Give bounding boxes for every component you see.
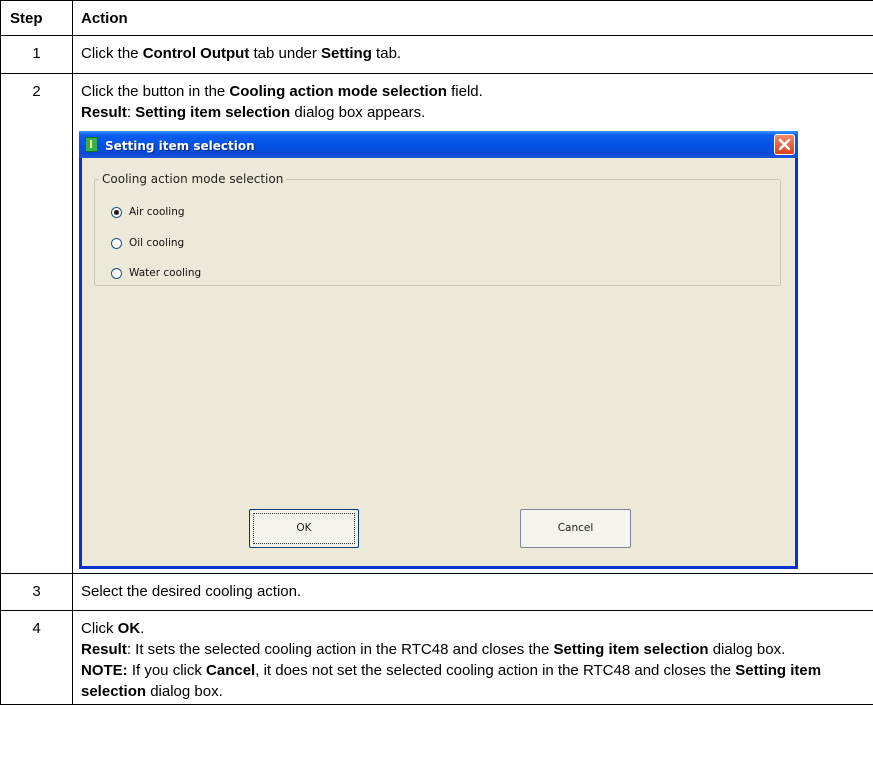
- header-action: Action: [72, 0, 873, 36]
- action-text: Click the Control Output tab under Setti…: [72, 35, 873, 74]
- action-text: Click the button in the Cooling action m…: [72, 73, 873, 574]
- dialog-title: Setting item selection: [105, 139, 255, 153]
- group-label: Cooling action mode selection: [102, 172, 284, 186]
- table-row: 1 Click the Control Output tab under Set…: [0, 35, 873, 74]
- table-header-row: Step Action: [0, 0, 873, 36]
- cancel-button[interactable]: Cancel: [520, 509, 631, 548]
- action-text: Select the desired cooling action.: [72, 573, 873, 611]
- close-button[interactable]: [774, 134, 795, 155]
- note-line: NOTE: If you click Cancel, it does not s…: [81, 662, 822, 700]
- dialog-titlebar[interactable]: Setting item selection: [79, 131, 798, 158]
- result-line: Result: It sets the selected cooling act…: [81, 641, 786, 658]
- header-step: Step: [0, 0, 73, 36]
- radio-air-cooling[interactable]: Air cooling: [111, 204, 185, 220]
- action-line: Click the button in the Cooling action m…: [81, 83, 483, 100]
- radio-label: Oil cooling: [129, 236, 185, 249]
- step-number: 1: [0, 35, 73, 74]
- step-number: 4: [0, 610, 73, 705]
- table-row: 4 Click OK. Result: It sets the selected…: [0, 610, 873, 705]
- step-number: 2: [0, 73, 73, 574]
- table-row: 3 Select the desired cooling action.: [0, 573, 873, 611]
- setting-item-selection-dialog: Setting item selection Cooling action mo…: [79, 131, 798, 569]
- radio-selected-icon[interactable]: [111, 206, 122, 218]
- app-icon: [85, 137, 98, 152]
- procedure-table: Step Action 1 Click the Control Output t…: [0, 0, 873, 705]
- radio-oil-cooling[interactable]: Oil cooling: [111, 235, 184, 251]
- radio-icon[interactable]: [111, 237, 122, 249]
- result-line: Result: Setting item selection dialog bo…: [81, 104, 426, 121]
- table-row: 2 Click the button in the Cooling action…: [0, 73, 873, 574]
- radio-icon[interactable]: [111, 267, 122, 279]
- step-number: 3: [0, 573, 73, 611]
- cooling-mode-group: Cooling action mode selection Air coolin…: [94, 169, 781, 286]
- ok-button[interactable]: OK: [249, 509, 359, 548]
- action-line: Click OK.: [81, 620, 145, 637]
- radio-label: Water cooling: [129, 266, 202, 279]
- action-text: Click OK. Result: It sets the selected c…: [72, 610, 873, 705]
- radio-label: Air cooling: [129, 205, 185, 218]
- close-icon: [778, 138, 791, 151]
- radio-water-cooling[interactable]: Water cooling: [111, 265, 201, 281]
